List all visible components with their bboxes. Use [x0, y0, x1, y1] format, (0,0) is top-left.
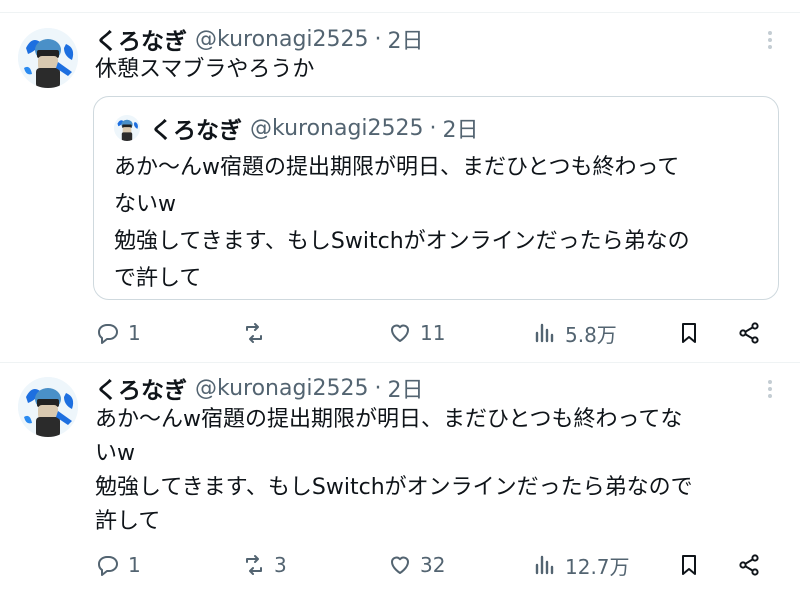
repost-count: 3: [274, 553, 287, 577]
heart-icon: [391, 324, 409, 342]
reply-icon: [98, 556, 118, 576]
author-handle[interactable]: @kuronagi2525: [195, 27, 369, 52]
more-icon[interactable]: [758, 28, 782, 52]
bookmark-button[interactable]: [677, 316, 701, 350]
avatar[interactable]: [18, 377, 78, 437]
tweet-1[interactable]: くろなぎ @kuronagi2525 · 2日 休憩スマブラやろうか くろなぎ …: [0, 0, 800, 362]
quote-avatar: [114, 115, 140, 141]
like-button[interactable]: 32: [388, 548, 445, 582]
tweet-text: 休憩スマブラやろうか: [95, 57, 315, 82]
views-icon: [535, 555, 554, 575]
like-button[interactable]: 11: [388, 316, 445, 350]
share-icon: [739, 554, 759, 576]
header-separator: ·: [374, 26, 382, 52]
tweet-header: くろなぎ @kuronagi2525 · 2日: [95, 22, 424, 56]
bookmark-icon: [682, 555, 696, 575]
repost-button[interactable]: [242, 316, 274, 350]
tweet-header: くろなぎ @kuronagi2525 · 2日: [95, 371, 424, 405]
views-count: 12.7万: [565, 554, 630, 579]
more-icon[interactable]: [758, 377, 782, 401]
author-handle[interactable]: @kuronagi2525: [195, 376, 369, 401]
reply-icon: [98, 324, 118, 344]
share-icon: [739, 322, 759, 344]
quoted-tweet[interactable]: くろなぎ @kuronagi2525 · 2日 あか〜んw宿題の提出期限が明日、…: [93, 96, 779, 300]
reply-button[interactable]: 1: [96, 316, 141, 350]
bookmark-icon: [682, 323, 696, 343]
like-count: 11: [420, 321, 446, 345]
like-count: 32: [420, 553, 446, 577]
reply-count: 1: [128, 321, 141, 345]
views-button[interactable]: 12.7万: [533, 548, 630, 582]
quote-text: あか〜んw宿題の提出期限が明日、まだひとつも終わって ないw 勉強してきます、も…: [114, 155, 690, 291]
heart-icon: [391, 556, 409, 574]
reply-button[interactable]: 1: [96, 548, 141, 582]
tweet-time[interactable]: 2日: [388, 372, 424, 404]
repost-icon: [246, 555, 262, 575]
repost-icon: [246, 323, 262, 343]
views-icon: [535, 323, 554, 343]
tweet-text: あか〜んw宿題の提出期限が明日、まだひとつも終わってな いw 勉強してきます、も…: [95, 407, 693, 534]
tweet-2[interactable]: くろなぎ @kuronagi2525 · 2日 あか〜んw宿題の提出期限が明日、…: [0, 363, 800, 599]
tweet-time[interactable]: 2日: [388, 23, 424, 55]
quote-author-handle: @kuronagi2525: [250, 115, 424, 141]
author-name[interactable]: くろなぎ: [95, 371, 187, 405]
header-separator: ·: [374, 375, 382, 401]
reply-count: 1: [128, 553, 141, 577]
views-count: 5.8万: [565, 322, 617, 347]
share-button[interactable]: [737, 316, 761, 350]
author-name[interactable]: くろなぎ: [95, 22, 187, 56]
action-bar: 1 11 5.8万: [0, 316, 800, 350]
views-button[interactable]: 5.8万: [533, 316, 617, 350]
share-button[interactable]: [737, 548, 761, 582]
repost-button[interactable]: 3: [242, 548, 287, 582]
action-bar: 1 3 32 12.7万: [0, 548, 800, 582]
quote-header: くろなぎ @kuronagi2525 · 2日: [150, 113, 479, 145]
quote-header-separator: ·: [429, 115, 437, 141]
bookmark-button[interactable]: [677, 548, 701, 582]
quote-time: 2日: [442, 118, 479, 143]
quote-author-name: くろなぎ: [150, 118, 242, 144]
avatar[interactable]: [18, 28, 78, 88]
